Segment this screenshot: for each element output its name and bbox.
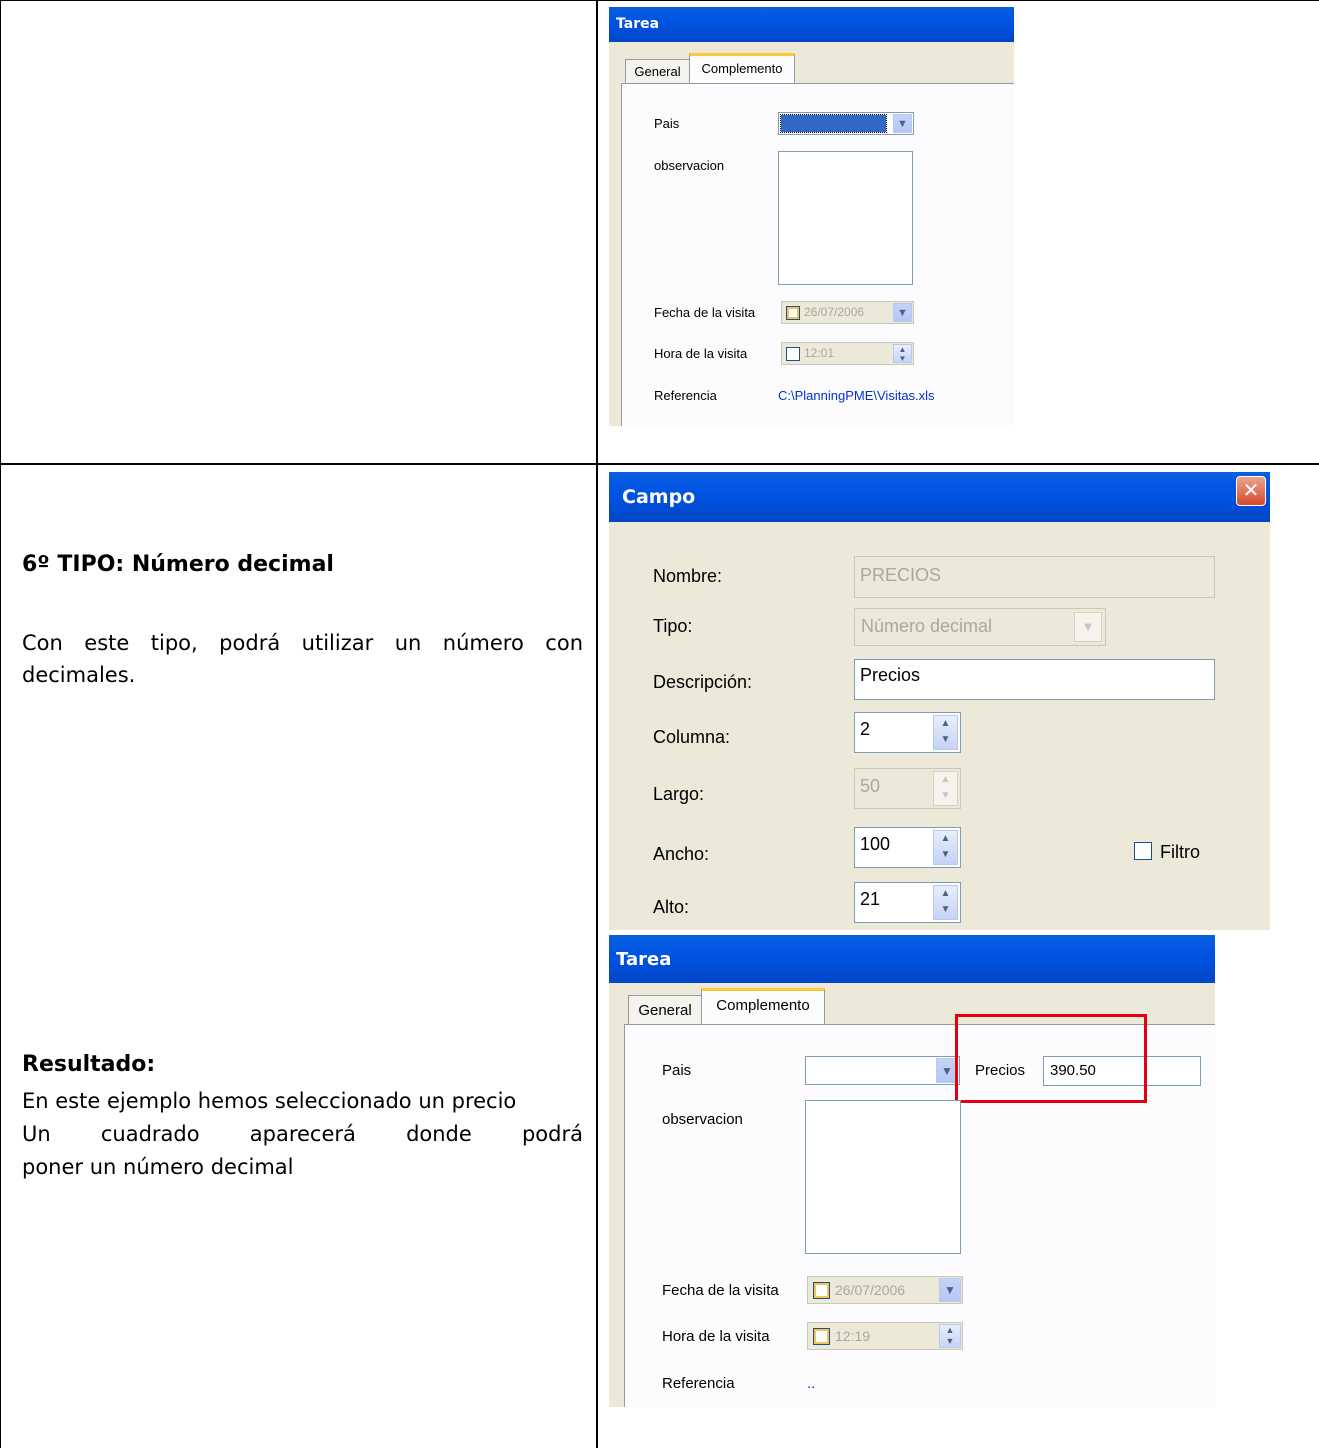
chevron-down-icon[interactable]: ▼ xyxy=(893,114,912,133)
pais-select[interactable]: ▼ xyxy=(805,1056,960,1085)
chevron-down-icon[interactable]: ▼ xyxy=(893,303,912,322)
spinner-icon[interactable]: ▲ ▼ xyxy=(893,344,912,363)
fecha-picker[interactable]: 26/07/2006 ▼ xyxy=(781,301,914,324)
checkbox-icon[interactable] xyxy=(813,1282,830,1299)
fecha-label: Fecha de la visita xyxy=(654,305,756,320)
ancho-spinner[interactable]: 100 ▲ ▼ xyxy=(854,827,961,868)
descripcion-value: Precios xyxy=(860,665,921,685)
descripcion-label: Descripción: xyxy=(653,672,753,692)
table-column-divider xyxy=(596,0,598,1448)
table-border-top xyxy=(0,0,1319,1)
spinner-icon[interactable]: ▲ ▼ xyxy=(933,830,958,865)
result-line2: Un cuadrado aparecerá donde podrá xyxy=(22,1122,583,1146)
pais-label: Pais xyxy=(662,1062,692,1079)
hora-picker[interactable]: 12:01 ▲ ▼ xyxy=(781,342,914,365)
spinner-icon[interactable]: ▲ ▼ xyxy=(933,771,958,806)
close-icon[interactable]: ✕ xyxy=(1236,476,1266,506)
referencia-link[interactable]: .. xyxy=(807,1375,815,1392)
fecha-value: 26/07/2006 xyxy=(835,1282,906,1298)
fecha-label: Fecha de la visita xyxy=(662,1282,779,1299)
tipo-value: Número decimal xyxy=(861,616,993,636)
spinner-icon[interactable]: ▲ ▼ xyxy=(939,1324,961,1348)
spinner-icon[interactable]: ▲ ▼ xyxy=(933,715,958,750)
checkbox-icon[interactable] xyxy=(786,306,800,320)
result-line1: En este ejemplo hemos seleccionado un pr… xyxy=(22,1089,517,1113)
chevron-down-icon[interactable]: ▼ xyxy=(1074,612,1102,642)
pais-selection xyxy=(780,114,887,133)
fecha-picker[interactable]: 26/07/2006 ▼ xyxy=(807,1276,963,1304)
observacion-textarea[interactable] xyxy=(805,1100,961,1254)
fecha-value: 26/07/2006 xyxy=(804,305,865,319)
largo-spinner[interactable]: 50 ▲ ▼ xyxy=(854,768,961,809)
chevron-down-icon[interactable]: ▼ xyxy=(939,1278,961,1302)
tab-complemento[interactable]: Complemento xyxy=(689,53,795,84)
tarea-window-bottom: Tarea General Complemento Pais ▼ Precios… xyxy=(609,935,1215,1407)
nombre-value: PRECIOS xyxy=(860,565,942,585)
checkbox-icon[interactable] xyxy=(786,347,800,361)
spinner-icon[interactable]: ▲ ▼ xyxy=(933,885,958,920)
tarea-window-top: Tarea General Complemento Pais ▼ observa… xyxy=(609,7,1014,426)
campo-dialog: Campo ✕ Nombre: PRECIOS Tipo: Número dec… xyxy=(609,472,1270,930)
observacion-label: observacion xyxy=(654,158,725,173)
referencia-link[interactable]: C:\PlanningPME\Visitas.xls xyxy=(778,388,935,403)
filtro-label: Filtro xyxy=(1160,842,1200,862)
alto-value: 21 xyxy=(860,889,881,909)
alto-spinner[interactable]: 21 ▲ ▼ xyxy=(854,882,961,923)
largo-value: 50 xyxy=(860,776,881,796)
columna-label: Columna: xyxy=(653,727,731,747)
window-title: Tarea xyxy=(616,949,672,970)
observacion-textarea[interactable] xyxy=(778,151,913,285)
referencia-label: Referencia xyxy=(662,1375,735,1392)
referencia-label: Referencia xyxy=(654,388,717,403)
tarea-titlebar: Tarea xyxy=(609,935,1215,983)
descripcion-field[interactable]: Precios xyxy=(854,659,1215,700)
tab-general[interactable]: General xyxy=(625,59,690,84)
pais-select[interactable]: ▼ xyxy=(778,112,914,135)
section-title: 6º TIPO: Número decimal xyxy=(22,552,334,577)
section-text-line1: Con este tipo, podrá utilizar un número … xyxy=(22,631,583,655)
observacion-label: observacion xyxy=(662,1111,743,1128)
section-text-line2: decimales. xyxy=(22,663,136,687)
largo-label: Largo: xyxy=(653,784,705,804)
window-title: Tarea xyxy=(616,16,660,32)
table-border-left xyxy=(0,0,1,1448)
campo-titlebar: Campo ✕ xyxy=(609,472,1270,522)
result-line3: poner un número decimal xyxy=(22,1155,294,1179)
tipo-select[interactable]: Número decimal ▼ xyxy=(854,608,1106,646)
tipo-label: Tipo: xyxy=(653,616,693,636)
columna-value: 2 xyxy=(860,719,871,739)
window-title: Campo xyxy=(622,486,696,508)
ancho-value: 100 xyxy=(860,834,891,854)
columna-spinner[interactable]: 2 ▲ ▼ xyxy=(854,712,961,753)
highlight-box xyxy=(955,1014,1147,1103)
result-title: Resultado: xyxy=(22,1052,156,1077)
hora-value: 12:01 xyxy=(804,346,835,360)
hora-picker[interactable]: 12:19 ▲ ▼ xyxy=(807,1322,963,1350)
pais-label: Pais xyxy=(654,116,680,131)
checkbox-icon[interactable] xyxy=(813,1328,830,1345)
hora-value: 12:19 xyxy=(835,1328,871,1344)
nombre-field[interactable]: PRECIOS xyxy=(854,556,1215,598)
tarea-titlebar: Tarea xyxy=(609,7,1014,42)
tab-complemento[interactable]: Complemento xyxy=(701,988,825,1025)
table-row-divider xyxy=(0,463,1319,465)
alto-label: Alto: xyxy=(653,897,690,917)
filtro-checkbox[interactable] xyxy=(1134,842,1152,860)
tab-general[interactable]: General xyxy=(628,995,702,1026)
hora-label: Hora de la visita xyxy=(654,346,748,361)
nombre-label: Nombre: xyxy=(653,566,723,586)
ancho-label: Ancho: xyxy=(653,844,710,864)
hora-label: Hora de la visita xyxy=(662,1328,770,1345)
